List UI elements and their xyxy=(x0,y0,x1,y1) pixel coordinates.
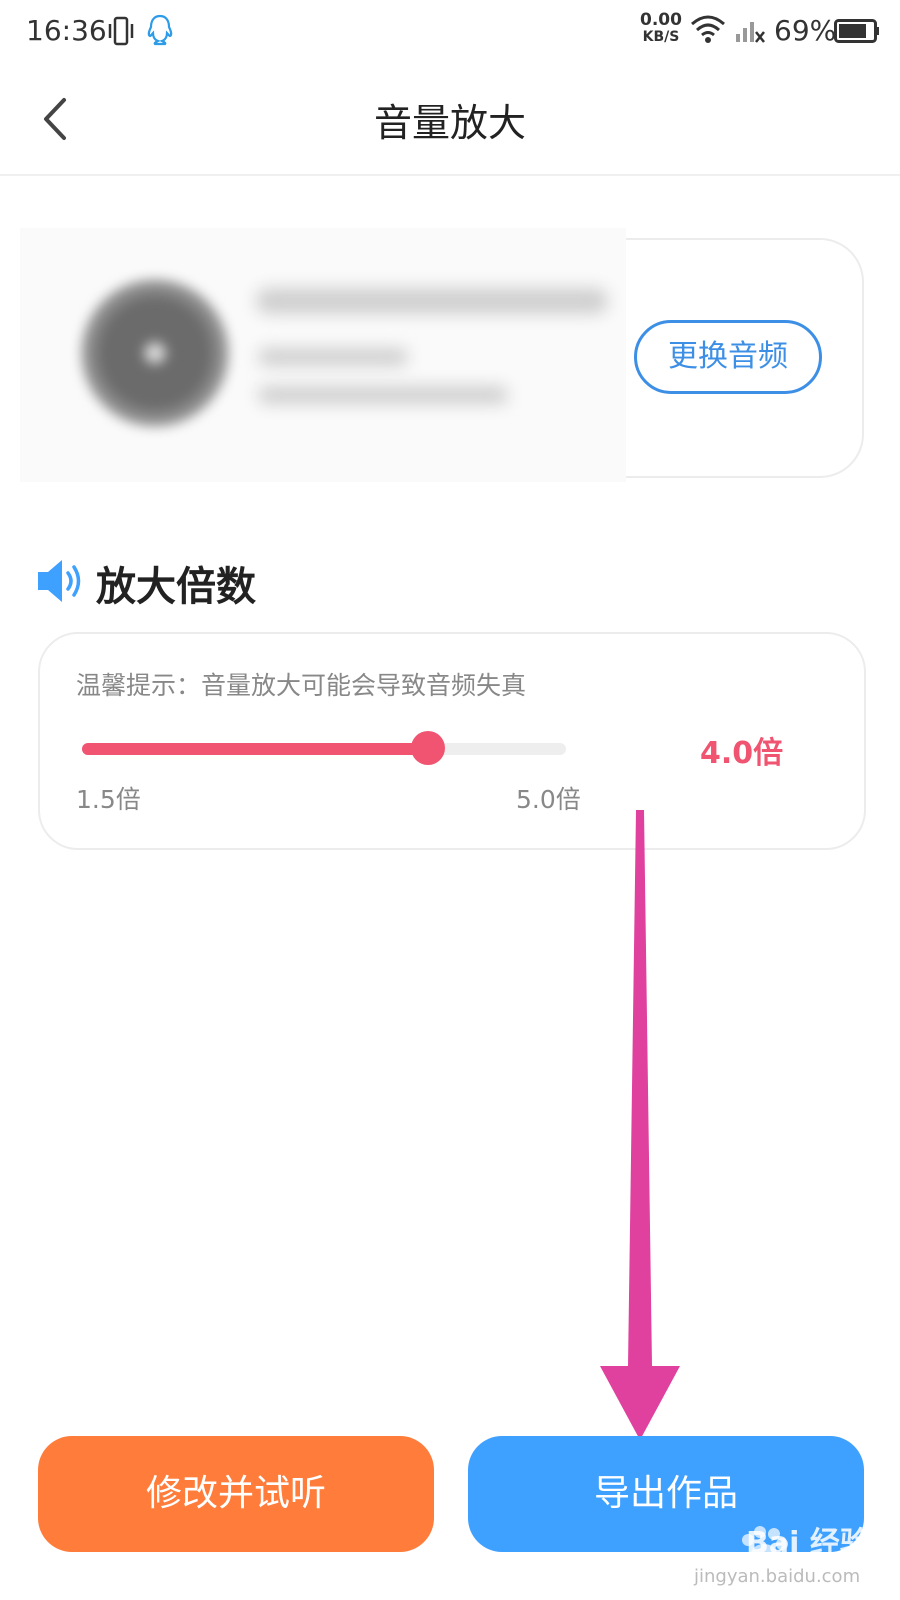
amplify-slider-handle[interactable] xyxy=(410,731,445,765)
slider-max-label: 5.0倍 xyxy=(516,785,581,814)
battery-icon xyxy=(834,19,879,43)
amplify-slider-fill xyxy=(82,743,428,755)
qq-icon xyxy=(147,14,173,46)
blurred-audio-title xyxy=(256,288,608,314)
modify-and-preview-button[interactable]: 修改并试听 xyxy=(38,1436,434,1552)
change-audio-button[interactable]: 更换音频 xyxy=(634,320,822,394)
vibrate-icon xyxy=(108,16,134,46)
network-speed: 0.00 KB/S xyxy=(640,12,682,46)
status-bar: 16:36 0.00 KB/S 69% xyxy=(0,0,900,64)
slider-min-label: 1.5倍 xyxy=(76,785,141,814)
signal-icon xyxy=(736,22,765,43)
blurred-audio-meta xyxy=(258,348,408,366)
annotation-arrow xyxy=(600,810,680,1440)
audio-cover-image xyxy=(82,280,228,426)
watermark-url: jingyan.baidu.com xyxy=(694,1566,861,1587)
watermark-brand: Bai 经验 xyxy=(746,1526,870,1561)
status-time: 16:36 xyxy=(26,14,107,47)
page-title: 音量放大 xyxy=(373,101,526,145)
app-header: 音量放大 xyxy=(0,64,900,176)
speaker-icon xyxy=(38,560,81,602)
wifi-icon xyxy=(691,15,725,43)
amplify-value-label: 4.0倍 xyxy=(700,736,784,771)
warning-tip: 温馨提示：音量放大可能会导致音频失真 xyxy=(76,671,527,700)
amplify-slider-track[interactable] xyxy=(82,743,566,755)
net-speed-unit: KB/S xyxy=(642,29,680,45)
net-speed-value: 0.00 xyxy=(640,10,682,30)
battery-percent: 69% xyxy=(774,14,837,47)
amplify-section-title: 放大倍数 xyxy=(96,564,256,610)
blurred-audio-meta-2 xyxy=(258,386,508,404)
